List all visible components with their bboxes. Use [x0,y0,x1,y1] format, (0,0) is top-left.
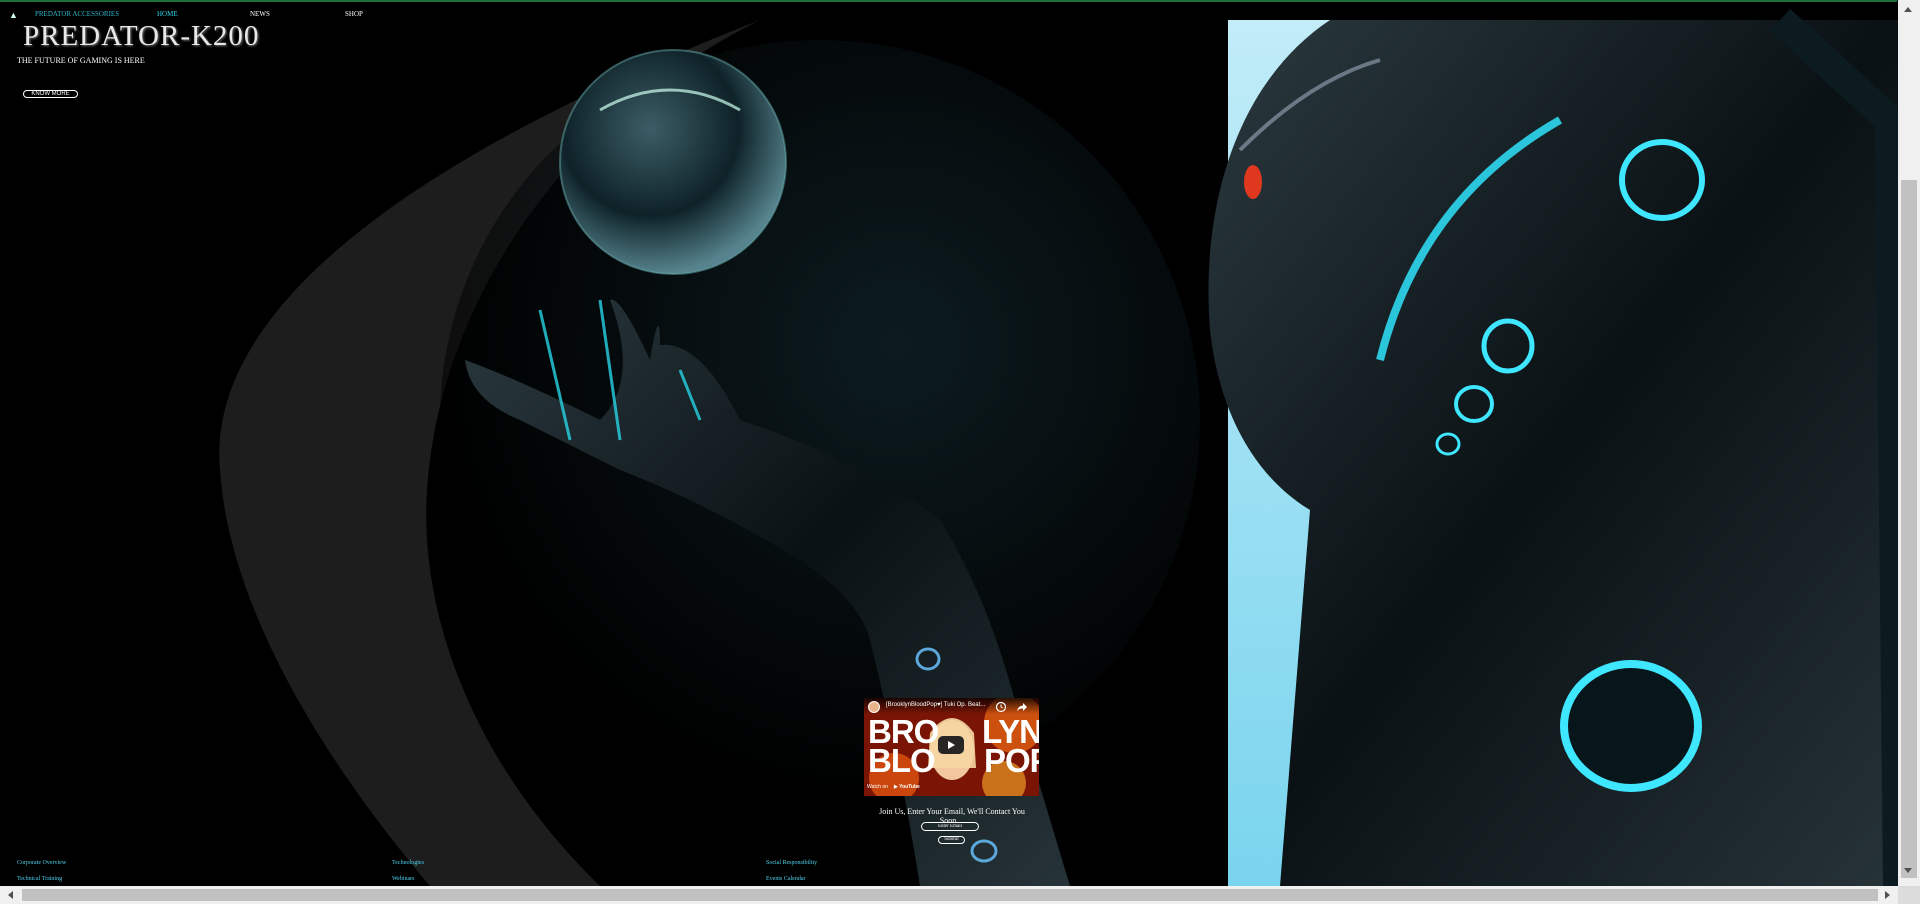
hero-title: PREDATOR-K200 [23,20,260,52]
hero-subtitle: THE FUTURE OF GAMING IS HERE [17,56,145,65]
footer-link-corporate-overview[interactable]: Corporate Overview [17,860,66,866]
youtube-video-embed[interactable]: [BrooklynBloodPop♥] Tuki Op. Beat... BRO… [864,698,1039,796]
thumbnail-text: POP [984,742,1039,779]
watch-on-label[interactable]: Watch on [867,784,888,790]
email-field[interactable] [921,822,979,831]
scrollbar-corner [1898,886,1920,904]
channel-avatar[interactable] [868,701,880,713]
horizontal-scroll-thumb[interactable] [22,889,1878,901]
vertical-scrollbar[interactable] [1898,0,1920,886]
footer-link-social-responsibility[interactable]: Social Responsibility [766,860,817,866]
thumbnail-text: BLO [868,742,936,779]
footer-link-technical-training[interactable]: Technical Training [17,876,62,882]
vertical-scroll-thumb[interactable] [1901,180,1917,878]
video-title[interactable]: [BrooklynBloodPop♥] Tuki Op. Beat... [886,702,985,708]
up-arrow-icon[interactable]: ▲ [9,11,18,20]
footer-link-technologies[interactable]: Technologies [392,860,424,866]
play-icon[interactable] [938,736,964,754]
footer-link-events-calendar[interactable]: Events Calendar [766,876,806,882]
nav-home-link[interactable]: HOME [157,10,178,18]
scroll-up-arrow-icon[interactable] [1904,7,1912,12]
submit-button[interactable]: Submit [938,836,965,844]
scroll-right-arrow-icon[interactable] [1885,891,1890,899]
clock-icon[interactable] [995,701,1007,713]
nav-brand-link[interactable]: PREDATOR ACCESSORIES [35,10,119,18]
nav-news-link[interactable]: NEWS [250,10,270,18]
know-more-button[interactable]: KNOW MORE [23,90,78,98]
horizontal-scrollbar[interactable] [0,886,1898,904]
scroll-down-arrow-icon[interactable] [1904,868,1912,873]
footer-link-webinars[interactable]: Webinars [392,876,415,882]
share-icon[interactable] [1016,701,1028,713]
top-nav: ▲ PREDATOR ACCESSORIES HOME NEWS SHOP [0,5,1230,21]
scroll-left-arrow-icon[interactable] [8,891,13,899]
youtube-logo-icon[interactable]: ▶ YouTube [894,784,920,790]
nav-shop-link[interactable]: SHOP [345,10,363,18]
top-accent-line [0,0,1897,2]
